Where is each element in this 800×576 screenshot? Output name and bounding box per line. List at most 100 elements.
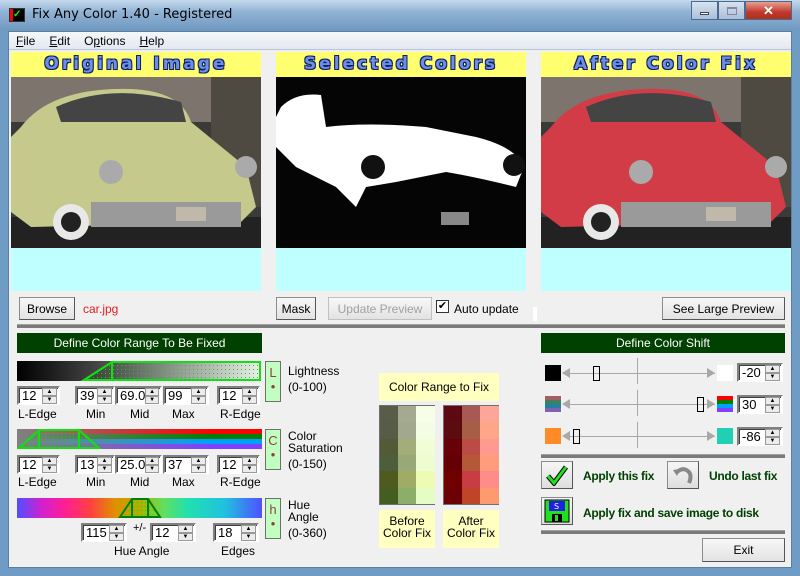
lightness-range-bar[interactable] xyxy=(17,361,262,381)
hue-range-selector[interactable] xyxy=(17,498,262,518)
apply-save-button[interactable]: S xyxy=(541,497,573,525)
menu-help[interactable]: Help xyxy=(132,34,171,48)
apply-fix-button[interactable] xyxy=(541,461,573,489)
saturation-r-edge-spinner[interactable]: 12 ▲ ▼ xyxy=(217,455,260,474)
window-title: Fix Any Color 1.40 - Registered xyxy=(32,7,233,22)
apply-save-label[interactable]: Apply fix and save image to disk xyxy=(583,506,759,520)
saturation-range-bar[interactable] xyxy=(17,429,262,449)
spin-down-icon[interactable]: ▼ xyxy=(109,533,124,541)
original-image-padding xyxy=(11,248,261,291)
undo-fix-label[interactable]: Undo last fix xyxy=(709,469,777,483)
spin-up-icon[interactable]: ▲ xyxy=(242,388,257,396)
saturation-shift-thumb[interactable] xyxy=(697,397,704,412)
spin-up-icon[interactable]: ▲ xyxy=(765,397,780,405)
menu-options[interactable]: Options xyxy=(77,34,132,48)
spin-up-icon[interactable]: ▲ xyxy=(191,388,206,396)
see-large-preview-button[interactable]: See Large Preview xyxy=(662,297,785,320)
spinner-value: 25.0 xyxy=(120,457,146,472)
hue-side-button[interactable]: h • xyxy=(265,498,281,539)
swatch-cell xyxy=(416,455,435,472)
swatch-cell xyxy=(398,406,417,423)
saturation-l-edge-spinner[interactable]: 12 ▲ ▼ xyxy=(17,455,60,474)
lightness-l-edge-spinner[interactable]: 12 ▲ ▼ xyxy=(17,386,60,405)
apply-fix-label[interactable]: Apply this fix xyxy=(583,469,654,483)
swatch-cell xyxy=(398,471,417,489)
separator xyxy=(541,454,785,458)
spin-up-icon[interactable]: ▲ xyxy=(145,388,159,396)
auto-update-checkbox[interactable]: ✔ xyxy=(436,300,449,313)
spin-down-icon[interactable]: ▼ xyxy=(242,396,257,404)
saturation-min-spinner[interactable]: 13 ▲ ▼ xyxy=(75,455,115,474)
spin-up-icon[interactable]: ▲ xyxy=(97,388,112,396)
spin-up-icon[interactable]: ▲ xyxy=(191,457,206,465)
spin-down-icon[interactable]: ▼ xyxy=(765,437,780,445)
l-edge-label: L-Edge xyxy=(18,475,57,489)
saturation-side-button[interactable]: C • xyxy=(265,429,281,470)
lightness-shift-spinner[interactable]: -20 ▲ ▼ xyxy=(737,363,783,382)
spin-up-icon[interactable]: ▲ xyxy=(97,457,112,465)
hue-shift-thumb[interactable] xyxy=(573,429,580,444)
spin-up-icon[interactable]: ▲ xyxy=(178,525,193,533)
lightness-letter: L xyxy=(269,365,277,380)
spin-up-icon[interactable]: ▲ xyxy=(145,457,159,465)
saturation-shift-track[interactable] xyxy=(565,404,715,405)
spin-up-icon[interactable]: ▲ xyxy=(242,457,257,465)
saturation-range-selector[interactable] xyxy=(17,429,262,449)
lightness-mid-spinner[interactable]: 69.0 ▲ ▼ xyxy=(115,386,162,405)
spin-down-icon[interactable]: ▼ xyxy=(191,396,206,404)
spin-down-icon[interactable]: ▼ xyxy=(765,405,780,413)
spin-up-icon[interactable]: ▲ xyxy=(42,388,57,396)
menu-label: elp xyxy=(148,33,165,48)
spin-down-icon[interactable]: ▼ xyxy=(97,396,112,404)
spin-down-icon[interactable]: ▼ xyxy=(242,465,257,473)
spin-down-icon[interactable]: ▼ xyxy=(97,465,112,473)
auto-update-label: Auto update xyxy=(454,302,519,316)
spin-up-icon[interactable]: ▲ xyxy=(42,457,57,465)
spin-down-icon[interactable]: ▼ xyxy=(191,465,206,473)
spin-down-icon[interactable]: ▼ xyxy=(145,465,159,473)
hue-edges-spinner[interactable]: 18 ▲ ▼ xyxy=(213,523,259,542)
spin-down-icon[interactable]: ▼ xyxy=(42,396,57,404)
spinner-value: 13 xyxy=(80,457,95,472)
hue-angle-spinner[interactable]: 115 ▲ ▼ xyxy=(81,523,127,542)
lightness-side-button[interactable]: L • xyxy=(265,361,281,402)
close-button[interactable]: ✕ xyxy=(745,1,792,20)
lightness-shift-track[interactable] xyxy=(565,373,715,374)
spin-up-icon[interactable]: ▲ xyxy=(109,525,124,533)
menu-file[interactable]: File xyxy=(9,34,42,48)
hue-shift-spinner[interactable]: -86 ▲ ▼ xyxy=(737,427,783,446)
saturation-letter: C xyxy=(268,433,278,448)
hue-range-bar[interactable] xyxy=(17,498,262,518)
spinner-value: 12 xyxy=(222,388,237,403)
mask-button[interactable]: Mask xyxy=(276,297,316,320)
saturation-max-spinner[interactable]: 37 ▲ ▼ xyxy=(163,455,209,474)
lightness-max-spinner[interactable]: 99 ▲ ▼ xyxy=(163,386,209,405)
maximize-button[interactable] xyxy=(718,1,745,20)
spin-down-icon[interactable]: ▼ xyxy=(178,533,193,541)
lightness-range-selector[interactable] xyxy=(17,361,262,381)
spin-up-icon[interactable]: ▲ xyxy=(765,429,780,437)
spin-down-icon[interactable]: ▼ xyxy=(42,465,57,473)
browse-button[interactable]: Browse xyxy=(19,297,75,320)
exit-button[interactable]: Exit xyxy=(702,538,785,562)
swatch-cell xyxy=(444,438,463,456)
undo-fix-button[interactable] xyxy=(667,461,699,489)
menu-edit[interactable]: Edit xyxy=(42,34,77,48)
spin-up-icon[interactable]: ▲ xyxy=(241,525,256,533)
update-preview-button[interactable]: Update Preview xyxy=(328,297,432,320)
lightness-shift-thumb[interactable] xyxy=(593,366,600,381)
lightness-r-edge-spinner[interactable]: 12 ▲ ▼ xyxy=(217,386,260,405)
minimize-button[interactable] xyxy=(691,1,718,20)
spin-down-icon[interactable]: ▼ xyxy=(145,396,159,404)
hue-shift-track[interactable] xyxy=(565,436,715,437)
arrow-left-icon xyxy=(562,399,570,409)
lightness-min-spinner[interactable]: 39 ▲ ▼ xyxy=(75,386,115,405)
hue-angle-label: Hue Angle xyxy=(114,544,170,558)
hue-tolerance-spinner[interactable]: 12 ▲ ▼ xyxy=(150,523,196,542)
spin-down-icon[interactable]: ▼ xyxy=(241,533,256,541)
hue-range-label: (0-360) xyxy=(288,526,327,540)
spin-up-icon[interactable]: ▲ xyxy=(765,365,780,373)
saturation-mid-spinner[interactable]: 25.0 ▲ ▼ xyxy=(115,455,162,474)
spin-down-icon[interactable]: ▼ xyxy=(765,373,780,381)
saturation-shift-spinner[interactable]: 30 ▲ ▼ xyxy=(737,395,783,414)
